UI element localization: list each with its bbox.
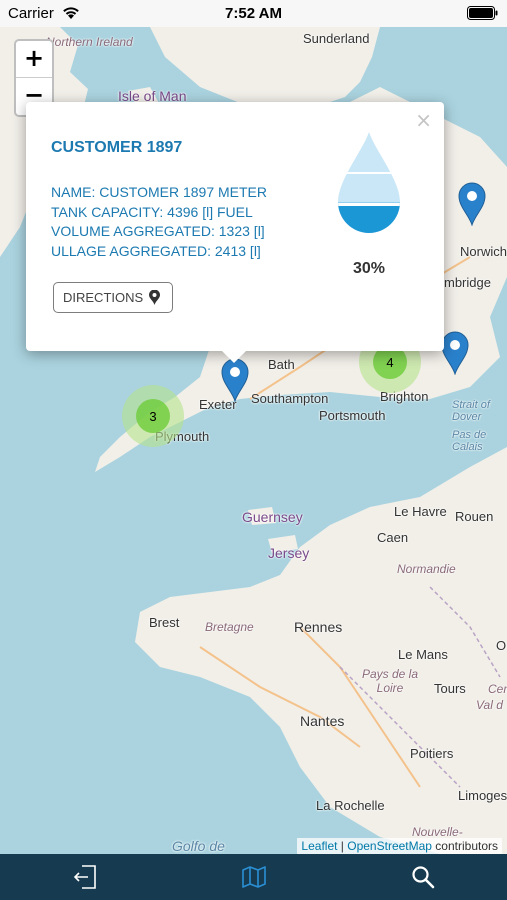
place-poitiers: Poitiers [410,746,454,761]
place-val-fragment: Val d [476,698,503,712]
map-attribution: Leaflet | OpenStreetMap contributors [297,838,502,854]
place-nantes: Nantes [300,713,345,729]
directions-button[interactable]: DIRECTIONS [53,282,174,313]
marker-cluster[interactable]: 3 [122,385,184,447]
place-cambridge: mbridge [444,275,491,290]
place-guernsey: Guernsey [242,509,303,525]
tab-logout[interactable] [61,857,109,897]
place-rennes: Rennes [294,619,343,635]
place-pays-de-la-loire: Pays de la Loire [361,667,419,695]
fuel-level-drop-icon [338,132,400,233]
place-tours: Tours [434,681,466,696]
place-pas-de-calais: Pas de Calais [452,429,487,453]
popup-tip [220,349,248,363]
place-jersey: Jersey [268,545,310,561]
tank-capacity: TANK CAPACITY: 4396 [l] FUEL [51,203,253,220]
place-strait-of-dover: Strait of Dover [452,399,490,423]
place-southampton: Southampton [251,391,329,406]
battery-icon [467,6,498,20]
osm-link[interactable]: OpenStreetMap [347,839,432,853]
tab-search[interactable] [399,857,447,897]
place-rouen: Rouen [455,509,494,524]
map-marker-icon[interactable] [457,181,487,226]
location-pin-icon [149,290,161,305]
leaflet-link[interactable]: Leaflet [301,839,337,853]
place-o-fragment: O [496,638,507,653]
place-norwich: Norwich [460,244,507,259]
customer-popup: × CUSTOMER 1897 NAME: CUSTOMER 1897 METE… [26,102,444,351]
place-caen: Caen [377,530,409,545]
popup-details: NAME: CUSTOMER 1897 METER TANK CAPACITY:… [51,183,267,261]
popup-title: CUSTOMER 1897 [51,139,183,156]
map-marker-icon[interactable] [440,330,470,375]
place-northern-ireland: Northern Ireland [46,35,133,49]
place-brest: Brest [149,615,180,630]
clock: 7:52 AM [225,5,282,22]
place-nouvelle: Nouvelle- [412,825,463,839]
fill-percent: 30% [352,260,386,277]
tab-map[interactable] [230,857,278,897]
cluster-count: 3 [136,399,170,433]
place-la-rochelle: La Rochelle [316,798,385,813]
ullage-aggregated: ULLAGE AGGREGATED: 2413 [l] [51,242,261,259]
logout-icon [73,865,96,889]
volume-aggregated: VOLUME AGGREGATED: 1323 [l] [51,223,265,239]
attribution-text: contributors [431,839,498,853]
status-bar: Carrier 7:52 AM [0,0,507,27]
place-le-mans: Le Mans [398,647,448,662]
place-limoges: Limoges [458,788,507,803]
place-le-havre: Le Havre [394,504,447,519]
place-centre-fragment: Cen [488,682,507,696]
place-portsmouth: Portsmouth [319,408,386,423]
attribution-separator: | [337,839,348,853]
map-marker-icon[interactable] [220,357,250,402]
directions-label: DIRECTIONS [63,290,144,305]
map-icon [241,866,266,888]
search-icon [411,866,434,889]
place-bretagne: Bretagne [205,620,254,634]
place-sunderland: Sunderland [303,31,370,46]
zoom-in-button[interactable]: + [16,41,52,78]
place-normandie: Normandie [397,562,456,576]
tab-bar [0,854,507,900]
place-golfo: Golfo de [172,838,225,854]
close-icon[interactable]: × [415,108,432,132]
place-bath: Bath [268,357,295,372]
meter-name: NAME: CUSTOMER 1897 METER [51,184,268,200]
